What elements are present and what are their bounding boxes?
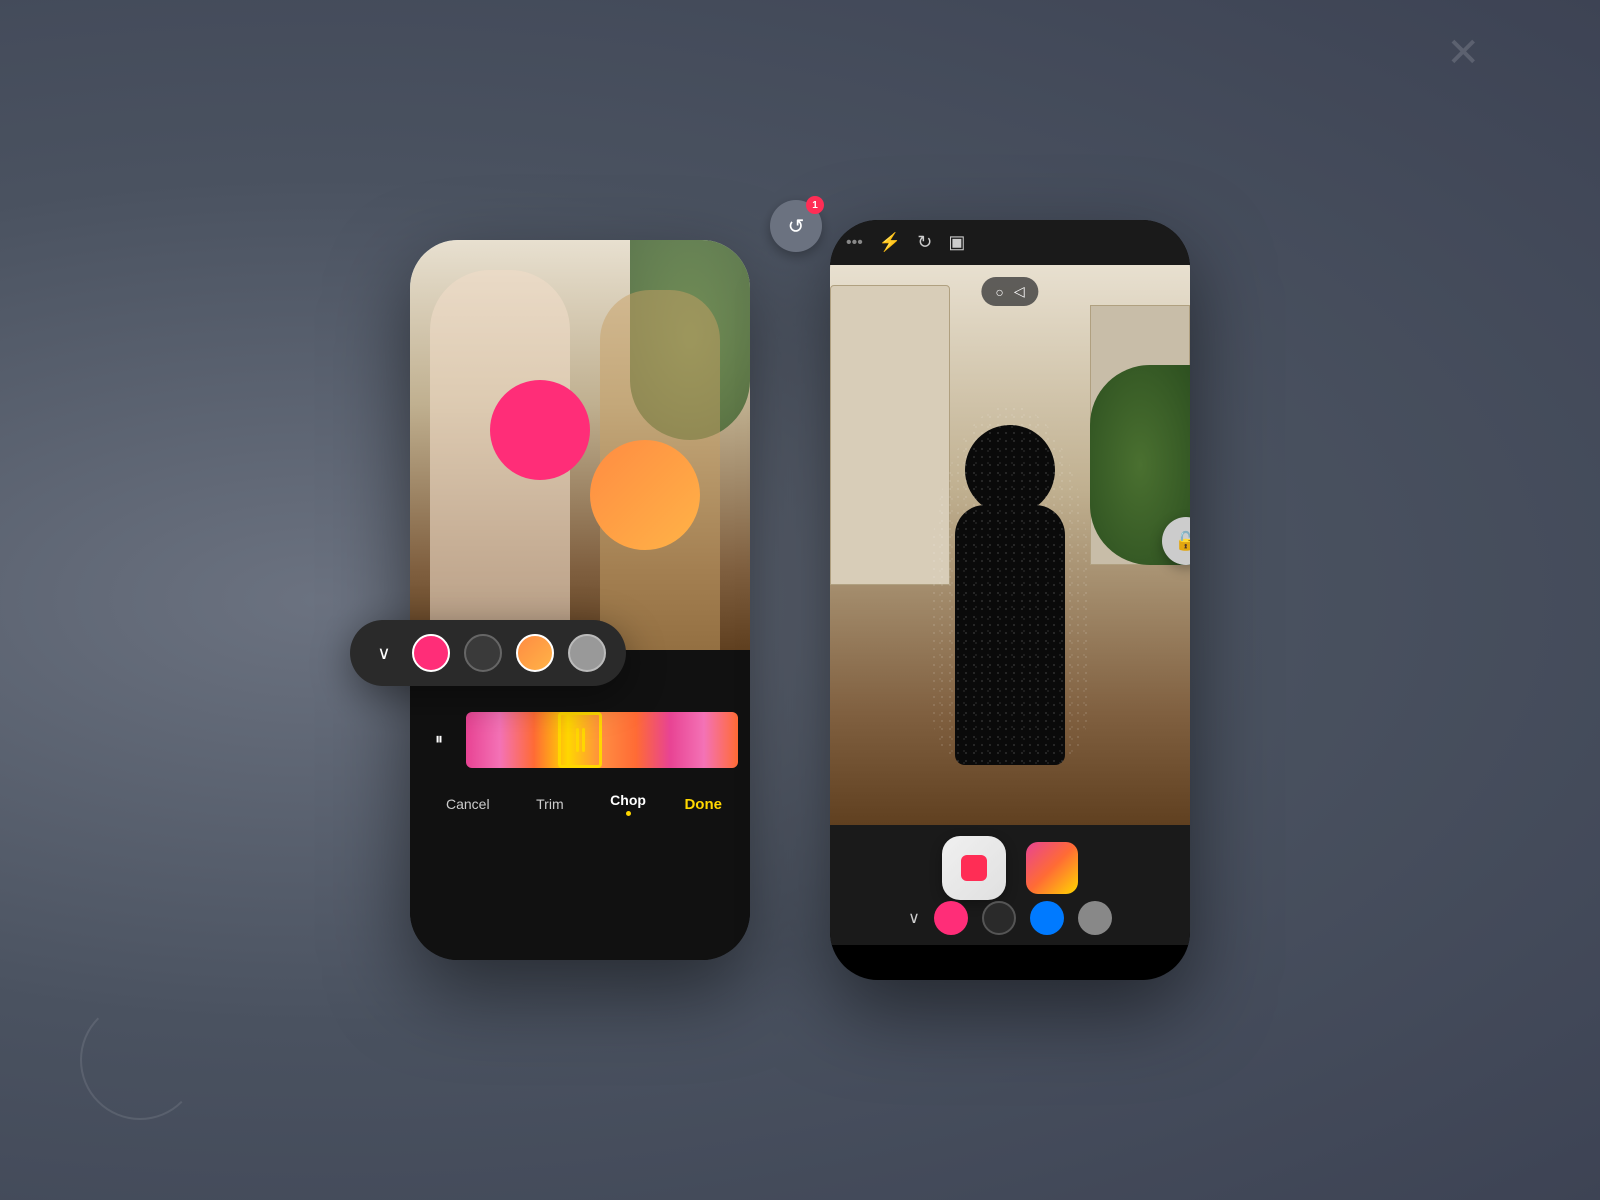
flash-icon[interactable]: ⚡ xyxy=(879,232,901,253)
right-phone: ↺ 1 ••• ⚡ ↻ ▣ xyxy=(830,220,1190,980)
pause-button[interactable]: ⏸ xyxy=(422,723,456,757)
circle-overlay-pink xyxy=(490,380,590,480)
swatch-pink[interactable] xyxy=(412,634,450,672)
timeline-segment-3 xyxy=(602,712,670,768)
color-picker-popup: ∨ xyxy=(410,620,626,686)
top-bar: ••• ⚡ ↻ ▣ xyxy=(830,220,1190,265)
swatch-right-dark[interactable] xyxy=(982,901,1016,935)
main-container: ∨ ⏸ 00:52 xyxy=(410,220,1190,980)
gallery-button[interactable] xyxy=(1026,842,1078,894)
chevron-down-right-icon[interactable]: ∨ xyxy=(908,908,920,928)
swatch-right-blue[interactable] xyxy=(1030,901,1064,935)
bottom-controls: ⏸ 00:52 xyxy=(410,650,750,960)
color-row-right: ∨ xyxy=(908,901,1112,935)
right-phone-inner: ••• ⚡ ↻ ▣ ○ ◁ xyxy=(830,220,1190,980)
volume-icon[interactable]: ◁ xyxy=(1014,283,1025,300)
left-phone-inner: ∨ ⏸ 00:52 xyxy=(410,240,750,960)
swatch-right-gray[interactable] xyxy=(1078,901,1112,935)
timeline-row: ⏸ 00:52 xyxy=(422,712,738,768)
decorative-arc xyxy=(80,1000,200,1120)
record-button[interactable] xyxy=(942,836,1006,900)
cancel-button[interactable]: Cancel xyxy=(438,792,498,816)
active-indicator xyxy=(626,811,631,816)
bottom-bar-right: ∨ xyxy=(830,825,1190,945)
camera-view: ○ ◁ 🔓 xyxy=(830,265,1190,825)
handle-bar-2 xyxy=(582,728,585,752)
video-preview xyxy=(410,240,750,650)
undo-button[interactable]: ↺ 1 xyxy=(770,200,822,252)
record-row xyxy=(942,836,1078,900)
swatch-dark[interactable] xyxy=(464,634,502,672)
sparkle-effect xyxy=(930,405,1090,765)
handle-bar-1 xyxy=(576,728,579,752)
flip-icon[interactable]: ↻ xyxy=(917,232,932,253)
timeline-segment-4 xyxy=(670,712,738,768)
undo-badge: 1 xyxy=(806,196,824,214)
timeline-segment-1 xyxy=(466,712,534,768)
decorative-cross: ✕ xyxy=(1446,30,1480,76)
camera-overlay-controls: ○ ◁ xyxy=(981,277,1038,306)
swatch-gray[interactable] xyxy=(568,634,606,672)
timer-icon[interactable]: ○ xyxy=(995,284,1003,300)
chop-button[interactable]: Chop xyxy=(602,788,654,820)
undo-icon: ↺ xyxy=(788,214,805,239)
action-bar: Cancel Trim Chop Done xyxy=(422,776,738,824)
more-icon[interactable]: ••• xyxy=(846,234,863,252)
trim-button[interactable]: Trim xyxy=(528,792,571,816)
swatch-right-pink[interactable] xyxy=(934,901,968,935)
aspect-icon[interactable]: ▣ xyxy=(948,232,965,253)
swatch-orange[interactable] xyxy=(516,634,554,672)
timeline-strip[interactable]: 00:52 xyxy=(466,712,738,768)
timeline-handle[interactable] xyxy=(558,712,602,768)
handle-bars xyxy=(576,728,585,752)
left-phone: ∨ ⏸ 00:52 xyxy=(410,240,750,960)
done-button[interactable]: Done xyxy=(684,796,722,813)
circle-overlay-orange xyxy=(590,440,700,550)
top-bar-icons: ••• ⚡ ↻ ▣ xyxy=(846,232,965,253)
record-dot xyxy=(961,855,987,881)
